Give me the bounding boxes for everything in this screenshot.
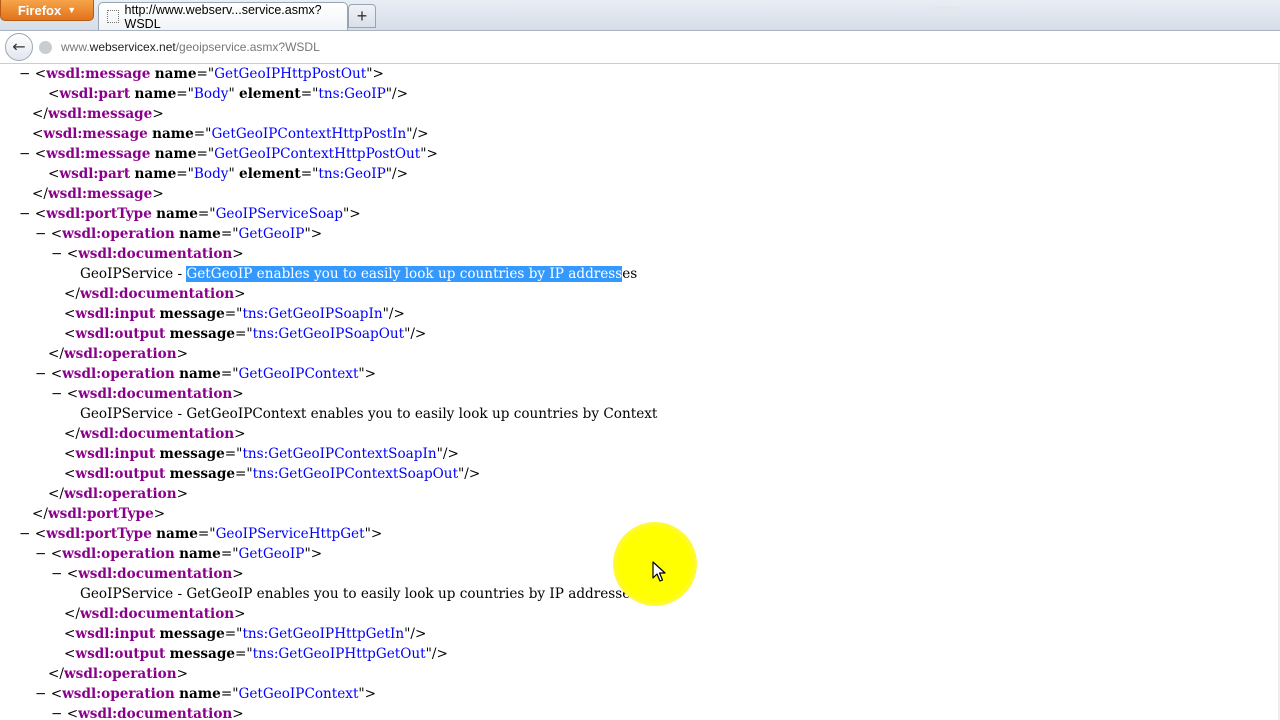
firefox-menu-button[interactable]: Firefox ▼ [0,0,94,21]
xml-line: − <wsdl:operation name="GetGeoIP"> [35,226,323,242]
collapse-toggle[interactable]: − [51,386,62,402]
xml-line: <wsdl:output message="tns:GetGeoIPHttpGe… [64,646,448,662]
xml-line: </wsdl:operation> [48,346,189,362]
collapse-toggle[interactable]: − [51,706,62,720]
xml-line: </wsdl:operation> [48,486,189,502]
collapse-toggle[interactable]: − [19,526,30,542]
xml-line: </wsdl:operation> [48,666,189,682]
firefox-menu-label: Firefox [17,2,62,18]
collapse-toggle[interactable]: − [51,566,62,582]
tab-wsdl[interactable]: http://www.webserv...service.asmx?WSDL [98,2,348,31]
xml-line: </wsdl:message> [32,186,164,202]
xml-line: </wsdl:documentation> [64,606,246,622]
address-bar[interactable]: www. webservicex.net/geoipservice.asmx?WS… [36,35,1276,59]
xml-line: <wsdl:part name="Body" element="tns:GeoI… [48,86,408,102]
xml-line: </wsdl:documentation> [64,426,246,442]
url-path: /geoipservice.asmx?WSDL [175,40,320,54]
xml-text-line: GeoIPService - GetGeoIP enables you to e… [80,266,638,282]
collapse-toggle[interactable]: − [35,366,46,382]
url-domain: webservicex.net [89,40,176,54]
xml-line: − <wsdl:message name="GetGeoIPHttpPostOu… [19,66,384,82]
xml-line: </wsdl:portType> [32,506,166,522]
xml-line: − <wsdl:portType name="GeoIPServiceHttpG… [19,526,383,542]
selected-text: GetGeoIP enables you to easily look up c… [186,266,623,282]
chevron-down-icon: ▼ [67,5,77,15]
collapse-toggle[interactable]: − [19,146,30,162]
xml-line: − <wsdl:operation name="GetGeoIPContext"… [35,366,377,382]
xml-line: </wsdl:message> [32,106,164,122]
mouse-pointer-icon [652,561,666,582]
navigation-bar: ← www. webservicex.net/geoipservice.asmx?… [0,31,1280,64]
xml-line: </wsdl:documentation> [64,286,246,302]
collapse-toggle[interactable]: − [35,546,46,562]
page-icon [107,10,119,23]
xml-line: <wsdl:output message="tns:GetGeoIPContex… [64,466,481,482]
xml-document: − <wsdl:message name="GetGeoIPHttpPostOu… [0,64,1280,720]
xml-line: <wsdl:input message="tns:GetGeoIPContext… [64,446,459,462]
tab-title: http://www.webserv...service.asmx?WSDL [124,2,322,31]
globe-icon [39,40,52,54]
collapse-toggle[interactable]: − [19,66,30,82]
xml-line: <wsdl:output message="tns:GetGeoIPSoapOu… [64,326,427,342]
xml-text-line: GeoIPService - GetGeoIPContext enables y… [80,404,657,424]
xml-line: <wsdl:part name="Body" element="tns:GeoI… [48,166,408,182]
xml-line: − <wsdl:documentation> [51,386,244,402]
xml-line: − <wsdl:operation name="GetGeoIP"> [35,546,323,562]
doc-text: GeoIPService - GetGeoIPContext enables y… [80,406,658,422]
collapse-toggle[interactable]: − [19,206,30,222]
xml-text-line: GeoIPService - GetGeoIP enables you to e… [80,584,637,604]
xml-line: − <wsdl:documentation> [51,566,244,582]
xml-line: <wsdl:message name="GetGeoIPContextHttpP… [32,126,429,142]
collapse-toggle[interactable]: − [51,246,62,262]
xml-line: − <wsdl:operation name="GetGeoIPContext"… [35,686,377,702]
new-tab-button[interactable]: + [348,4,376,28]
xml-line: <wsdl:input message="tns:GetGeoIPHttpGet… [64,626,427,642]
url-prefix: www. [61,40,90,54]
xml-line: − <wsdl:portType name="GeoIPServiceSoap"… [19,206,361,222]
xml-line: <wsdl:input message="tns:GetGeoIPSoapIn"… [64,306,405,322]
tab-strip: Firefox ▼ http://www.webserv...service.a… [0,0,1280,31]
window-glare [930,6,960,12]
collapse-toggle[interactable]: − [35,686,46,702]
doc-text: GeoIPService - [80,266,187,282]
collapse-toggle[interactable]: − [35,226,46,242]
back-button[interactable]: ← [5,33,33,61]
xml-line: − <wsdl:documentation> [51,246,244,262]
xml-line: − <wsdl:message name="GetGeoIPContextHtt… [19,146,438,162]
xml-line: − <wsdl:documentation> [51,706,244,720]
doc-text: GeoIPService - GetGeoIP enables you to e… [80,586,638,602]
